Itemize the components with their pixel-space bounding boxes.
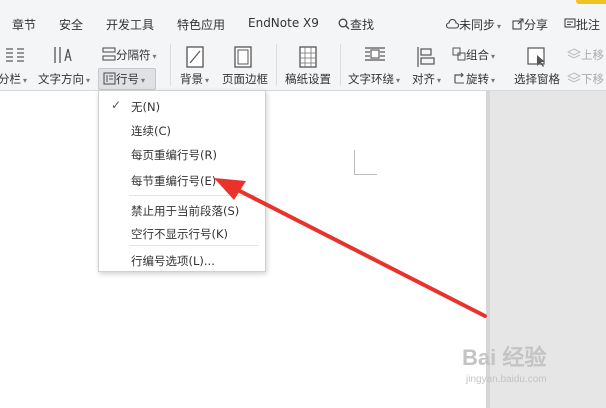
watermark-logo: Bai 经验 — [462, 345, 547, 370]
watermark-url: jingyan.baidu.com — [466, 374, 547, 385]
baidu-watermark: Bai 经验 jingyan.baidu.com — [462, 340, 582, 400]
